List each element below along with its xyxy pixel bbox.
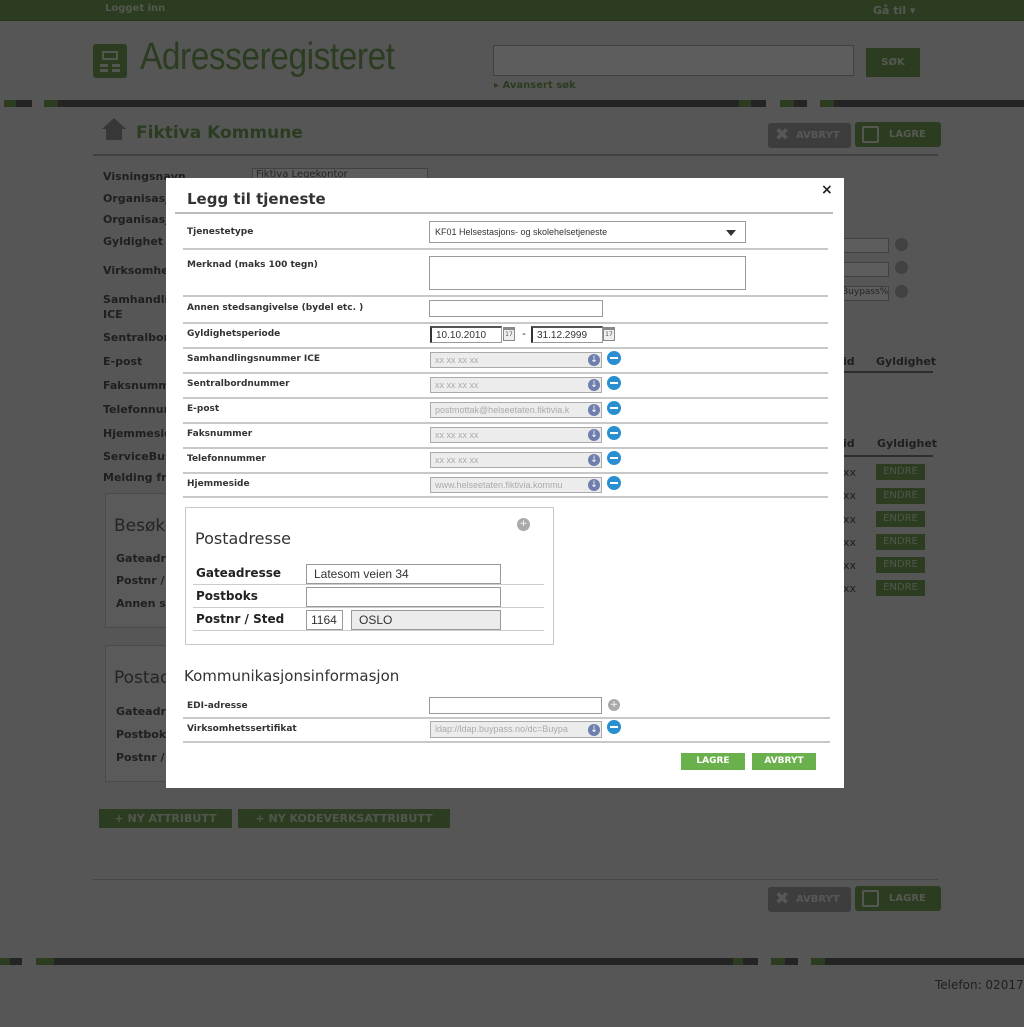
remove-icon[interactable]	[607, 401, 621, 415]
field-label: E-post	[187, 404, 220, 414]
communication-info-title: Kommunikasjonsinformasjon	[184, 667, 400, 685]
divider	[183, 422, 828, 424]
download-icon[interactable]: ↓	[588, 479, 600, 491]
divider	[183, 248, 828, 250]
divider	[183, 295, 828, 297]
other-location-input[interactable]	[429, 300, 603, 317]
download-icon[interactable]: ↓	[588, 354, 600, 366]
close-icon[interactable]: ×	[821, 182, 833, 198]
date-from-input[interactable]: 10.10.2010	[430, 326, 502, 343]
remove-icon[interactable]	[607, 476, 621, 490]
postal-address-box: Postadresse + Gateadresse Latesom veien …	[185, 507, 554, 645]
field-label: Telefonnummer	[187, 454, 266, 464]
divider	[193, 607, 544, 608]
postal-address-title: Postadresse	[195, 529, 292, 548]
note-textarea[interactable]	[429, 256, 746, 290]
divider	[175, 212, 833, 214]
divider	[183, 741, 830, 743]
switchboard-number-input[interactable]: xx xx xx xx	[430, 377, 602, 393]
po-box-label: Postboks	[196, 589, 258, 603]
divider	[183, 472, 828, 474]
download-icon[interactable]: ↓	[588, 724, 600, 736]
phone-number-input[interactable]: xx xx xx xx	[430, 452, 602, 468]
remove-icon[interactable]	[607, 426, 621, 440]
dialog-cancel-button[interactable]: AVBRYT	[752, 753, 816, 770]
homepage-input[interactable]: www.helseetaten.fiktivia.kommu	[430, 477, 602, 493]
calendar-icon[interactable]: 17	[503, 327, 515, 341]
divider	[183, 717, 830, 719]
service-type-select[interactable]: KF01 Helsestasjons- og skolehelsetjenest…	[429, 221, 746, 243]
divider	[183, 372, 828, 374]
street-input[interactable]: Latesom veien 34	[306, 564, 501, 584]
service-type-label: Tjenestetype	[187, 227, 254, 237]
field-label: Sentralbordnummer	[187, 379, 290, 389]
calendar-icon[interactable]: 17	[603, 327, 615, 341]
edi-address-label: EDI-adresse	[187, 701, 248, 711]
download-icon[interactable]: ↓	[588, 404, 600, 416]
date-to-input[interactable]: 31.12.2999	[531, 326, 603, 343]
divider	[183, 347, 828, 349]
download-icon[interactable]: ↓	[588, 379, 600, 391]
validity-period-label: Gyldighetsperiode	[187, 329, 281, 339]
edi-address-input[interactable]	[429, 697, 602, 714]
dialog-save-button[interactable]: LAGRE	[681, 753, 745, 770]
other-location-label: Annen stedsangivelse (bydel etc. )	[187, 303, 364, 313]
remove-icon[interactable]	[607, 451, 621, 465]
remove-icon[interactable]	[607, 351, 621, 365]
street-label: Gateadresse	[196, 566, 281, 580]
download-icon[interactable]: ↓	[588, 429, 600, 441]
add-service-dialog: × Legg til tjeneste Tjenestetype KF01 He…	[166, 178, 844, 788]
field-label: Samhandlingsnummer ICE	[187, 354, 320, 364]
certificate-input[interactable]: ldap://ldap.buypass.no/dc=Buypa	[430, 721, 602, 738]
divider	[193, 630, 544, 631]
fax-number-input[interactable]: xx xx xx xx	[430, 427, 602, 443]
field-label: Hjemmeside	[187, 479, 250, 489]
divider	[193, 584, 544, 585]
divider	[183, 322, 828, 324]
divider	[183, 496, 828, 498]
divider	[183, 447, 828, 449]
download-icon[interactable]: ↓	[588, 454, 600, 466]
certificate-label: Virksomhetssertifikat	[187, 724, 297, 734]
note-label: Merknad (maks 100 tegn)	[187, 260, 318, 270]
add-icon[interactable]: +	[517, 518, 530, 531]
divider	[183, 397, 828, 399]
service-type-value: KF01 Helsestasjons- og skolehelsetjenest…	[435, 227, 608, 237]
add-icon[interactable]: +	[608, 699, 620, 711]
date-separator: -	[522, 327, 526, 340]
remove-icon[interactable]	[607, 720, 621, 734]
chevron-down-icon	[726, 230, 736, 236]
remove-icon[interactable]	[607, 376, 621, 390]
ice-number-input[interactable]: xx xx xx xx	[430, 352, 602, 368]
postcode-label: Postnr / Sted	[196, 612, 285, 626]
dialog-title: Legg til tjeneste	[187, 190, 326, 208]
po-box-input[interactable]	[306, 587, 501, 607]
city-input: OSLO	[351, 610, 501, 630]
postcode-input[interactable]: 1164	[306, 610, 343, 630]
email-input[interactable]: postmottak@helseetaten.fiktivia.k	[430, 402, 602, 418]
field-label: Faksnummer	[187, 429, 253, 439]
